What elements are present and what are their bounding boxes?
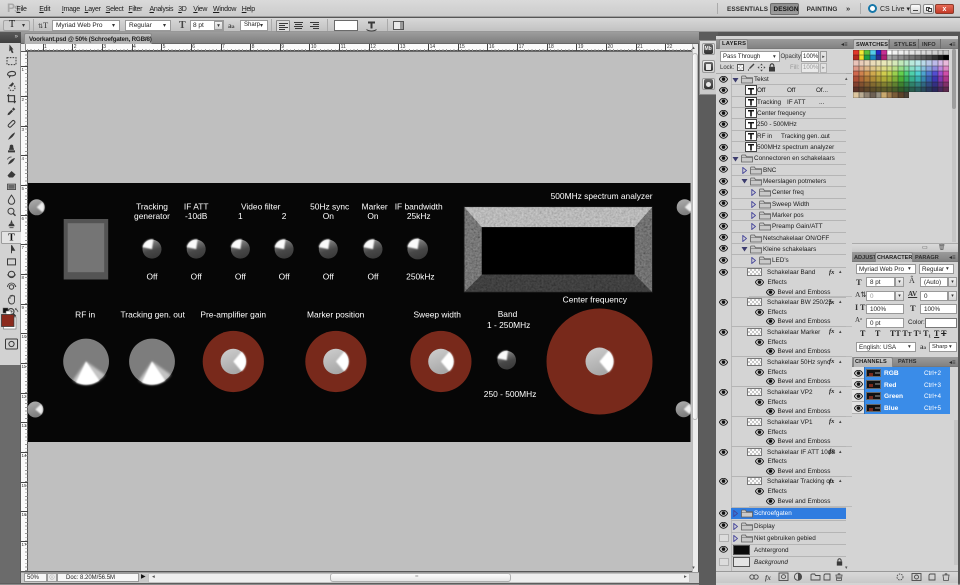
svg-text:On: On [323, 211, 335, 221]
svg-text:Off: Off [235, 272, 247, 282]
svg-text:250 - 500MHz: 250 - 500MHz [484, 389, 537, 399]
svg-text:T: T [8, 232, 15, 243]
svg-text:Off: Off [368, 272, 380, 282]
svg-text:1 - 250MHz: 1 - 250MHz [487, 320, 530, 330]
svg-text:50Hz sync: 50Hz sync [310, 202, 349, 212]
svg-text:IF ATT: IF ATT [184, 202, 209, 212]
svg-text:Sweep width: Sweep width [414, 310, 462, 320]
svg-text:On: On [368, 211, 380, 221]
svg-text:Off: Off [147, 272, 159, 282]
svg-text:500MHz spectrum analyzer: 500MHz spectrum analyzer [551, 191, 653, 201]
svg-text:Center frequency: Center frequency [563, 295, 628, 305]
svg-text:25kHz: 25kHz [407, 211, 431, 221]
svg-text:-10dB: -10dB [185, 211, 208, 221]
svg-text:Off: Off [323, 272, 335, 282]
svg-text:fx: fx [765, 574, 771, 582]
svg-text:RF in: RF in [75, 310, 95, 320]
svg-text:Band: Band [498, 309, 518, 319]
svg-text:Pre-amplifier gain: Pre-amplifier gain [201, 310, 267, 320]
svg-text:Video filter: Video filter [241, 202, 281, 212]
svg-text:Tracking gen. out: Tracking gen. out [121, 310, 186, 320]
svg-text:1: 1 [238, 211, 243, 221]
svg-text:Marker: Marker [362, 202, 388, 212]
svg-text:Off: Off [279, 272, 291, 282]
svg-text:Tracking: Tracking [136, 202, 168, 212]
svg-text:2: 2 [282, 211, 287, 221]
svg-text:generator: generator [134, 211, 170, 221]
svg-text:Off: Off [191, 272, 203, 282]
svg-text:250kHz: 250kHz [406, 272, 434, 282]
svg-text:IF bandwidth: IF bandwidth [395, 202, 443, 212]
svg-text:Marker position: Marker position [307, 310, 365, 320]
